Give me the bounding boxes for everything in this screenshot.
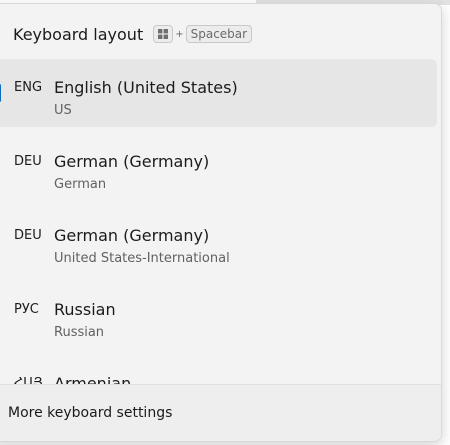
language-name: Armenian (54, 374, 132, 384)
language-name: German (Germany) (54, 152, 210, 171)
language-code: DEU (14, 228, 42, 243)
language-code: РУС (14, 302, 39, 317)
selected-indicator (0, 84, 1, 102)
layout-item-rus-russian[interactable]: РУС Russian Russian (0, 281, 437, 349)
layout-item-deu-us-international[interactable]: DEU German (Germany) United States-Inter… (0, 207, 437, 275)
layout-item-hye-armenian[interactable]: ՀԱՅ Armenian (0, 355, 437, 384)
spacebar-key: Spacebar (185, 25, 253, 43)
language-code: ՀԱՅ (14, 376, 43, 384)
layout-name: Russian (54, 325, 105, 340)
layout-name: German (54, 177, 107, 192)
keyboard-layout-flyout: Keyboard layout + Spacebar ENG English (… (0, 3, 442, 442)
language-code: DEU (14, 154, 42, 169)
layout-list: ENG English (United States) US DEU Germa… (0, 59, 441, 384)
language-name: English (United States) (54, 78, 238, 97)
flyout-footer: More keyboard settings (0, 384, 441, 441)
layout-name: US (54, 103, 72, 118)
shortcut-hint: + Spacebar (153, 25, 253, 43)
flyout-title: Keyboard layout (13, 24, 144, 44)
windows-key-icon (153, 25, 174, 43)
language-code: ENG (14, 80, 43, 95)
more-keyboard-settings-link[interactable]: More keyboard settings (8, 405, 172, 421)
layout-name: United States-International (54, 251, 230, 266)
language-name: German (Germany) (54, 226, 210, 245)
shortcut-plus: + (175, 28, 184, 40)
layout-item-eng-us[interactable]: ENG English (United States) US (0, 59, 437, 127)
flyout-header: Keyboard layout + Spacebar (13, 22, 253, 46)
layout-item-deu-german[interactable]: DEU German (Germany) German (0, 133, 437, 201)
language-name: Russian (54, 300, 116, 319)
